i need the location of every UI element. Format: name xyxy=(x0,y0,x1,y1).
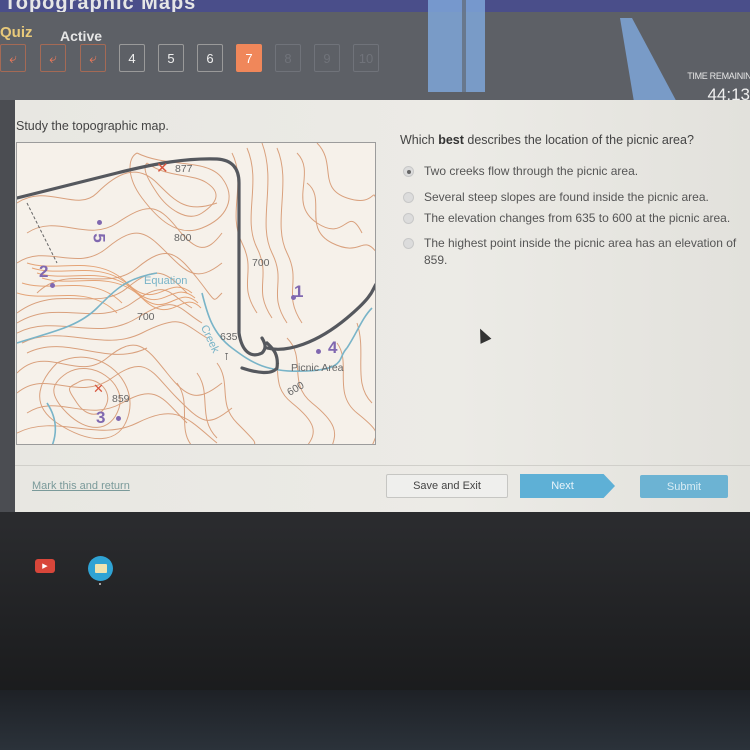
footer-divider xyxy=(15,465,750,466)
screen-glare xyxy=(428,0,485,92)
map-point-dot xyxy=(50,283,55,288)
folder-icon xyxy=(94,564,107,573)
radio-button[interactable] xyxy=(403,192,414,203)
panel-edge xyxy=(0,100,15,512)
running-indicator xyxy=(99,583,101,585)
map-point-3: 3 xyxy=(96,408,106,427)
back-arrow-icon: ⤶ xyxy=(89,49,97,66)
next-button[interactable]: Next xyxy=(520,474,615,498)
time-remaining-label: TIME REMAINING xyxy=(687,71,750,81)
map-point-dot xyxy=(97,220,102,225)
mark-and-return-link[interactable]: Mark this and return xyxy=(32,480,130,492)
answer-option-label: The highest point inside the picnic area… xyxy=(424,236,737,267)
answer-option[interactable]: The highest point inside the picnic area… xyxy=(403,235,738,269)
question-nav-4[interactable]: 4 xyxy=(119,44,145,72)
save-and-exit-button[interactable]: Save and Exit xyxy=(386,474,508,498)
elevation-label: 800 xyxy=(174,232,192,244)
back-arrow-icon: ⤶ xyxy=(9,49,17,66)
topographic-map: ✕ 877 800 700 700 635 600 ✕ 859 1 2 3 4 … xyxy=(16,142,376,445)
answer-option-label: The elevation changes from 635 to 600 at… xyxy=(424,211,731,225)
peak-x-mark-icon: ✕ xyxy=(156,160,169,177)
elevation-label: 700 xyxy=(137,311,155,323)
map-point-dot xyxy=(316,349,321,354)
elevation-label: 700 xyxy=(252,257,270,269)
trail-lines xyxy=(26,202,58,264)
nav-back-button[interactable]: ⤶ xyxy=(80,44,106,72)
nav-back-button[interactable]: ⤶ xyxy=(0,44,26,72)
picnic-symbol-icon: ⊺ xyxy=(224,352,230,363)
question-nav-5[interactable]: 5 xyxy=(158,44,184,72)
map-point-4: 4 xyxy=(328,338,338,357)
radio-button-selected[interactable] xyxy=(403,166,414,177)
files-icon[interactable] xyxy=(88,556,113,581)
instruction-text: Study the topographic map. xyxy=(16,119,169,133)
question-suffix: describes the location of the picnic are… xyxy=(463,133,694,147)
creek-label-equation: Equation xyxy=(144,275,188,287)
youtube-icon[interactable]: ▶ xyxy=(35,559,55,573)
screen-glare xyxy=(462,0,466,92)
question-emphasis: best xyxy=(438,133,464,147)
picnic-area-label: Picnic Area xyxy=(291,362,344,374)
question-nav-6[interactable]: 6 xyxy=(197,44,223,72)
mode-label: Quiz xyxy=(0,24,33,41)
back-arrow-icon: ⤶ xyxy=(49,49,57,66)
radio-button[interactable] xyxy=(403,213,414,224)
nav-back-button[interactable]: ⤶ xyxy=(40,44,66,72)
screen: Topographic Maps Quiz Active ⤶ ⤶ ⤶ 4 5 6… xyxy=(0,0,750,750)
question-prefix: Which xyxy=(400,133,439,147)
question-nav-8[interactable]: 8 xyxy=(275,44,301,72)
question-text: Which best describes the location of the… xyxy=(400,133,694,147)
picnic-symbol-icon: ⊺ xyxy=(275,362,281,373)
elevation-label: 859 xyxy=(112,393,130,405)
question-nav-10[interactable]: 10 xyxy=(353,44,379,72)
elevation-label: 877 xyxy=(175,163,193,175)
answer-option[interactable]: Two creeks flow through the picnic area. xyxy=(403,163,748,180)
map-point-5: 5 xyxy=(89,233,109,243)
contour-group xyxy=(17,143,375,444)
radio-button[interactable] xyxy=(403,238,414,249)
contour-lines xyxy=(17,143,375,444)
elevation-label: 635 xyxy=(220,331,238,343)
answer-option[interactable]: Several steep slopes are found inside th… xyxy=(403,189,748,206)
peak-x-mark-icon: ✕ xyxy=(93,381,104,396)
answer-option-label: Several steep slopes are found inside th… xyxy=(424,190,709,204)
question-nav-9[interactable]: 9 xyxy=(314,44,340,72)
map-point-2: 2 xyxy=(39,262,49,281)
laptop-keyboard-area xyxy=(0,690,750,750)
question-nav-7-current[interactable]: 7 xyxy=(236,44,262,72)
map-point-dot xyxy=(116,416,121,421)
answer-option[interactable]: The elevation changes from 635 to 600 at… xyxy=(403,210,748,227)
submit-button[interactable]: Submit xyxy=(640,475,728,498)
answer-option-label: Two creeks flow through the picnic area. xyxy=(424,164,639,178)
status-label: Active xyxy=(60,28,103,44)
map-point-dot xyxy=(291,295,296,300)
